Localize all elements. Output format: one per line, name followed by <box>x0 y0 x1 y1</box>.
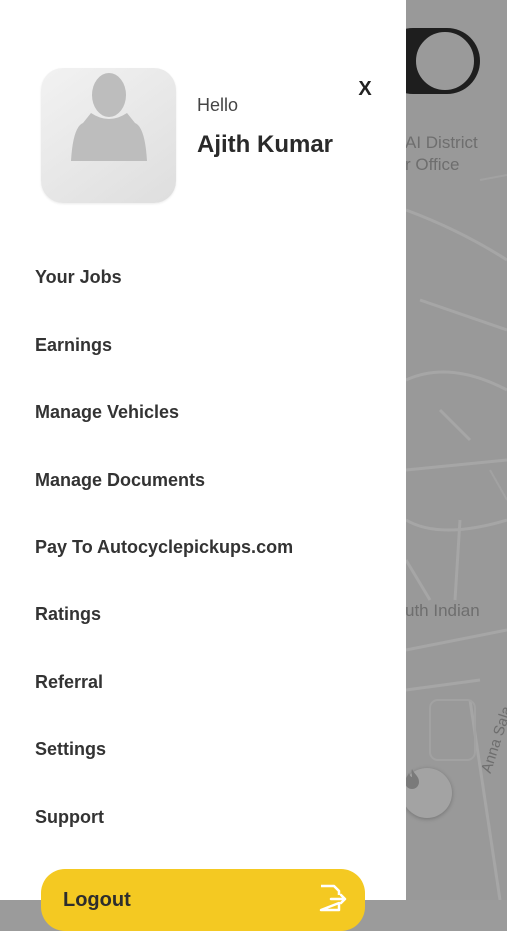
menu-item-ratings[interactable]: Ratings <box>35 594 101 634</box>
map-label: AI District <box>405 133 478 152</box>
user-silhouette-icon <box>70 73 147 161</box>
logout-button[interactable]: Logout <box>41 869 365 931</box>
menu-item-support[interactable]: Support <box>35 797 104 837</box>
greeting-text: Hello <box>197 95 239 115</box>
navigation-drawer: Hello Ajith Kumar X Your Jobs Earnings M… <box>0 0 406 931</box>
map-label: r Office <box>405 155 460 174</box>
avatar[interactable] <box>41 68 176 203</box>
fire-button[interactable] <box>402 768 452 818</box>
menu-item-pay[interactable]: Pay To Autocyclepickups.com <box>35 527 293 567</box>
map-label: uth Indian <box>405 601 480 620</box>
logout-label: Logout <box>63 889 131 911</box>
menu-item-referral[interactable]: Referral <box>35 662 103 702</box>
menu-item-earnings[interactable]: Earnings <box>35 325 112 365</box>
menu-item-manage-documents[interactable]: Manage Documents <box>35 460 205 500</box>
toggle-knob <box>414 30 476 92</box>
menu-item-settings[interactable]: Settings <box>35 729 106 769</box>
menu-item-manage-vehicles[interactable]: Manage Vehicles <box>35 392 179 432</box>
user-name: Ajith Kumar <box>197 131 334 158</box>
menu-item-your-jobs[interactable]: Your Jobs <box>35 257 122 297</box>
logout-icon <box>319 884 347 912</box>
close-button[interactable]: X <box>350 74 380 104</box>
